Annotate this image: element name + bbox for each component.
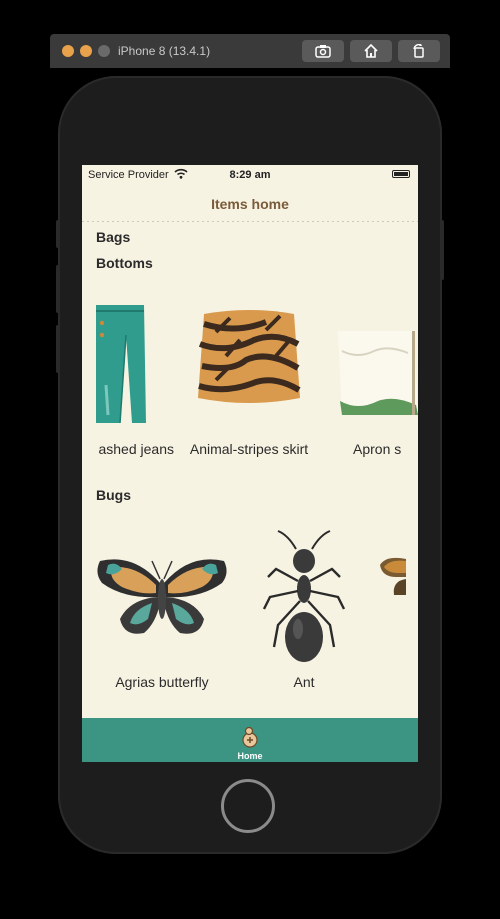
tab-label-home: Home — [237, 751, 263, 761]
power-button — [440, 220, 444, 280]
item-label: Animal-stripes skirt — [189, 441, 309, 457]
battery-icon — [392, 170, 410, 178]
item-label: Agrias butterfly — [115, 674, 209, 690]
camera-icon — [315, 45, 331, 58]
tab-bar: Home — [82, 718, 418, 762]
item-label: Ant — [293, 674, 315, 690]
volume-up-button — [56, 265, 60, 313]
rotate-icon — [413, 44, 424, 58]
volume-down-button — [56, 325, 60, 373]
item-label: ashed jeans — [98, 441, 174, 457]
screenshot-button[interactable] — [302, 40, 344, 62]
bug-image-partial — [380, 557, 406, 595]
app-screen: Service Provider 8:29 am Items home Bags… — [82, 165, 418, 762]
mute-switch — [56, 220, 60, 248]
close-window-button[interactable] — [62, 45, 74, 57]
rotate-button[interactable] — [398, 40, 440, 62]
nav-divider — [82, 221, 418, 222]
bag-icon — [242, 726, 258, 748]
zoom-window-button[interactable] — [98, 45, 110, 57]
ant-image — [262, 530, 346, 662]
minimize-window-button[interactable] — [80, 45, 92, 57]
house-icon — [364, 44, 378, 58]
section-title-bugs: Bugs — [96, 487, 131, 503]
clock: 8:29 am — [229, 169, 271, 181]
simulator-title-bar: iPhone 8 (13.4.1) — [50, 34, 450, 68]
tab-home[interactable]: Home — [82, 718, 418, 762]
simulator-title: iPhone 8 (13.4.1) — [118, 44, 211, 58]
section-title-bags[interactable]: Bags — [96, 229, 130, 245]
section-title-bottoms: Bottoms — [96, 255, 153, 271]
page-title: Items home — [211, 196, 289, 212]
status-bar: Service Provider 8:29 am — [82, 165, 418, 185]
phone-home-button[interactable] — [221, 779, 275, 833]
skirt-image — [198, 310, 301, 403]
item-label: Apron s — [353, 441, 402, 457]
jeans-image — [96, 305, 146, 423]
home-button-sim[interactable] — [350, 40, 392, 62]
butterfly-image — [97, 559, 227, 634]
apron-skirt-image — [338, 331, 418, 415]
